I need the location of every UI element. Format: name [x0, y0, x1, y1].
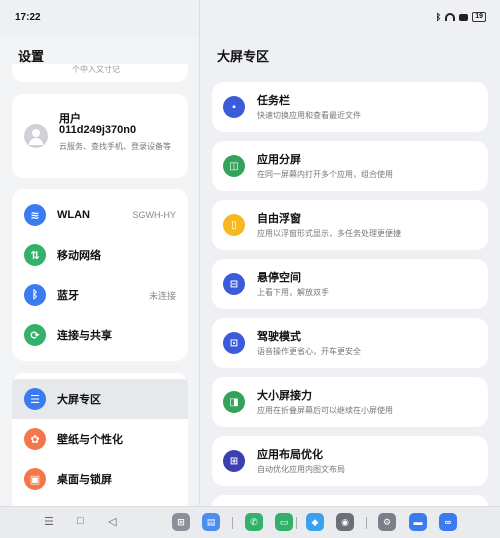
wifi-icon: ≋ [24, 204, 46, 226]
status-bar: 17:22 ᛒ 19 [0, 0, 500, 36]
sidebar-item-label: 大屏专区 [57, 394, 101, 406]
sidebar-item-0[interactable]: ≋ WLAN SGWH-HY [12, 195, 188, 235]
sidebar-item-value: 未连接 [148, 290, 176, 301]
messages-icon[interactable]: ▭ [275, 513, 293, 531]
sidebar-item-label: 蓝牙 [57, 290, 79, 302]
personalization-card: ☰ 大屏专区 ✿ 壁纸与个性化 ▣ 桌面与锁屏 [12, 373, 188, 506]
hover-space-icon: ⊟ [223, 273, 245, 295]
large-screen-panel: 大屏专区 ▪ 任务栏快速切换应用和查看最近文件 ◫ 应用分屏在同一屏幕内打开多个应用，… [200, 36, 500, 506]
phone-icon[interactable]: ✆ [245, 513, 263, 531]
video-status-icon [459, 13, 469, 21]
feature-card-4[interactable]: ⊡ 驾驶模式语音操作更省心，开车更安全 [212, 318, 488, 368]
network-card: ≋ WLAN SGWH-HY ⇅ 移动网络 ᛒ 蓝牙 未连接 ⟳ 连接与共享 [12, 189, 188, 361]
sidebar-item-personal-0[interactable]: ☰ 大屏专区 [12, 379, 188, 419]
feature-description: 应用以浮窗形式显示，多任务处理更便捷 [257, 229, 401, 238]
sidebar-item-value: SGWH-HY [132, 210, 177, 220]
feature-title: 任务栏 [257, 95, 290, 107]
floating-window-icon: ▯ [223, 214, 245, 236]
sidebar-item-personal-2[interactable]: ▣ 桌面与锁屏 [12, 459, 188, 499]
sidebar-item-2[interactable]: ᛒ 蓝牙 未连接 [12, 275, 188, 315]
page-title: 设置 [18, 49, 45, 64]
mobile-data-icon: ⇅ [24, 244, 46, 266]
scrolled-card: 个中入又寸记 [12, 64, 188, 82]
taskbar-icon: ▪ [223, 96, 245, 118]
battery-icon: 19 [472, 12, 486, 22]
feature-description: 在同一屏幕内打开多个应用，组合使用 [257, 170, 393, 179]
feature-title: 自由浮窗 [257, 213, 301, 225]
home-nav-icon[interactable]: □ [77, 515, 84, 527]
feature-card-7[interactable]: ◧平行视窗 [212, 495, 488, 506]
dock-separator [366, 517, 367, 529]
feature-card-0[interactable]: ▪ 任务栏快速切换应用和查看最近文件 [212, 82, 488, 132]
avatar [24, 124, 48, 148]
settings-icon[interactable]: ⚙ [378, 513, 396, 531]
feature-title: 悬停空间 [257, 272, 301, 284]
layout-icon: ⊞ [223, 450, 245, 472]
user-id: 011d249j370n0 [59, 124, 137, 136]
sidebar-item-label: WLAN [57, 209, 90, 221]
share-icon: ⟳ [24, 324, 46, 346]
large-screen-icon: ☰ [24, 388, 46, 410]
status-icons: ᛒ 19 [436, 12, 486, 22]
files-icon[interactable]: ▤ [202, 513, 220, 531]
feature-title: 驾驶模式 [257, 331, 301, 343]
sidebar-item-personal-1[interactable]: ✿ 壁纸与个性化 [12, 419, 188, 459]
status-time: 17:22 [15, 12, 41, 23]
car-icon: ⊡ [223, 332, 245, 354]
relay-icon: ◨ [223, 391, 245, 413]
palette-icon: ✿ [24, 428, 46, 450]
sidebar-item-label: 移动网络 [57, 250, 101, 262]
feature-title: 大小屏接力 [257, 390, 312, 402]
navigation-bar: ☰ □ ◁ ⊞ ▤ ✆ ▭ ◆ ◉ ⚙ ▬ ∞ [0, 506, 500, 538]
feature-title: 应用布局优化 [257, 449, 323, 461]
sidebar-item-label: 壁纸与个性化 [57, 434, 123, 446]
menu-nav-icon[interactable]: ☰ [44, 515, 54, 528]
dock-separator [296, 517, 297, 529]
feature-description: 快速切换应用和查看最近文件 [257, 111, 361, 120]
desktop-icon: ▣ [24, 468, 46, 490]
feature-description: 应用在折叠屏幕后可以继续在小屏使用 [257, 406, 393, 415]
bluetooth-icon: ᛒ [24, 284, 46, 306]
settings-sidebar: 设置 个中入又寸记 用户 011d249j370n0 云服务、查找手机、登录设备… [0, 36, 199, 506]
feature-card-5[interactable]: ◨ 大小屏接力应用在折叠屏幕后可以继续在小屏使用 [212, 377, 488, 427]
panel-title: 大屏专区 [217, 49, 270, 64]
feature-card-6[interactable]: ⊞ 应用布局优化自动优化应用内图文布局 [212, 436, 488, 486]
sidebar-item-3[interactable]: ⟳ 连接与共享 [12, 315, 188, 355]
feature-card-3[interactable]: ⊟ 悬停空间上看下用，解放双手 [212, 259, 488, 309]
feature-description: 上看下用，解放双手 [257, 288, 329, 297]
feature-card-2[interactable]: ▯ 自由浮窗应用以浮窗形式显示，多任务处理更便捷 [212, 200, 488, 250]
notes-icon[interactable]: ◆ [306, 513, 324, 531]
scrolled-card-text: 个中入又寸记 [72, 65, 120, 74]
feature-title: 应用分屏 [257, 154, 301, 166]
wifi-status-icon [445, 13, 456, 21]
feature-card-1[interactable]: ◫ 应用分屏在同一屏幕内打开多个应用，组合使用 [212, 141, 488, 191]
user-account-card[interactable]: 用户 011d249j370n0 云服务、查找手机、登录设备等 [12, 94, 188, 178]
apps-icon[interactable]: ⊞ [172, 513, 190, 531]
feature-description: 自动优化应用内图文布局 [257, 465, 345, 474]
folder-icon[interactable]: ▬ [409, 513, 427, 531]
back-nav-icon[interactable]: ◁ [108, 515, 116, 528]
user-description: 云服务、查找手机、登录设备等 [59, 142, 171, 151]
bluetooth-status-icon: ᛒ [435, 12, 442, 22]
sidebar-item-1[interactable]: ⇅ 移动网络 [12, 235, 188, 275]
sidebar-item-label: 连接与共享 [57, 330, 112, 342]
feature-description: 语音操作更省心，开车更安全 [257, 347, 361, 356]
sidebar-item-label: 桌面与锁屏 [57, 474, 112, 486]
split-screen-icon: ◫ [223, 155, 245, 177]
dock-separator [232, 517, 233, 529]
link-icon[interactable]: ∞ [439, 513, 457, 531]
camera-icon[interactable]: ◉ [336, 513, 354, 531]
